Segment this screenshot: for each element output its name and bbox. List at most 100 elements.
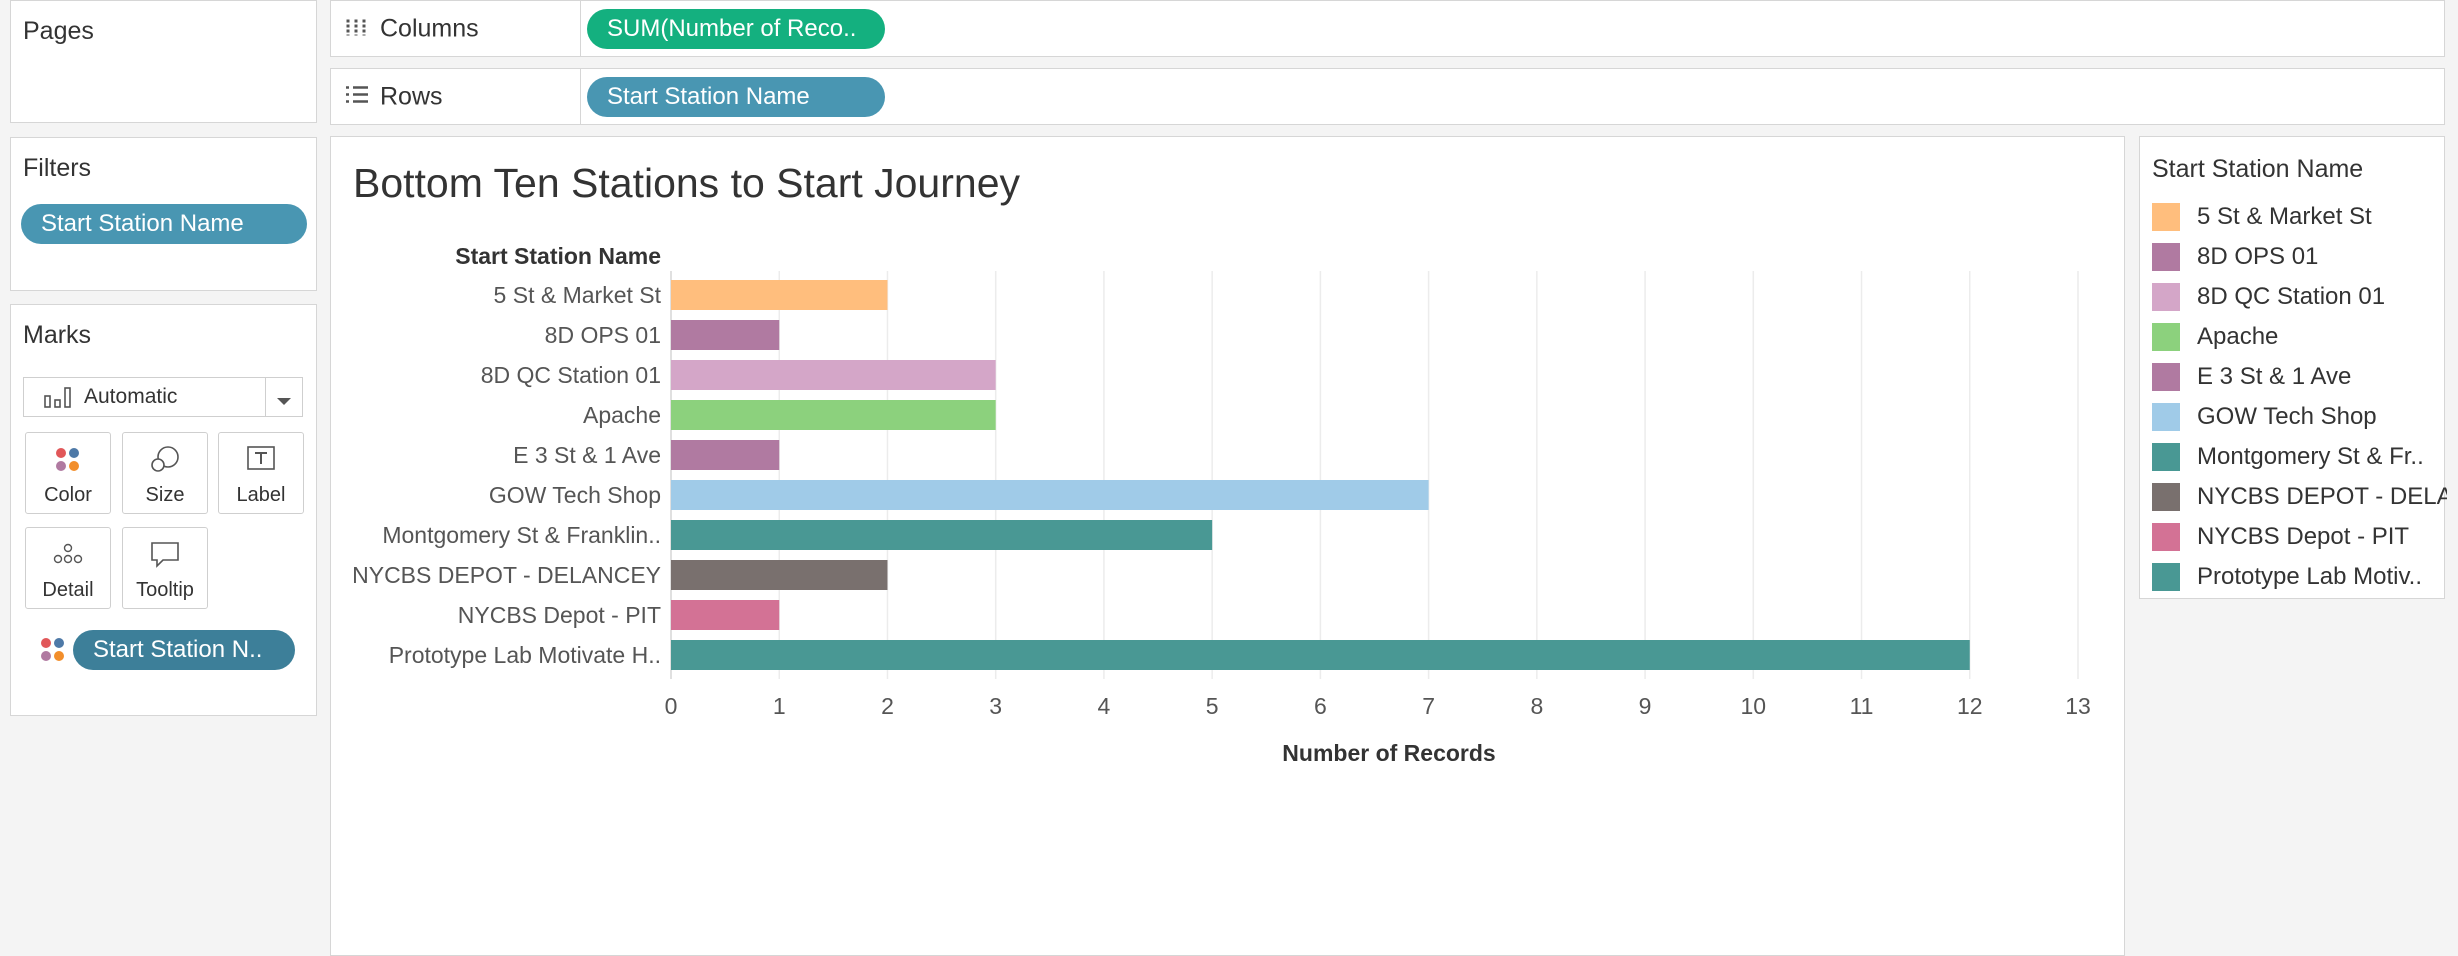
x-tick-label: 7 <box>1422 693 1435 719</box>
marks-title: Marks <box>23 321 92 349</box>
bar[interactable] <box>671 520 1213 550</box>
category-label: NYCBS Depot - PIT <box>458 602 661 628</box>
rows-label: Rows <box>380 82 443 110</box>
bar[interactable] <box>671 600 780 630</box>
rows-icon <box>345 84 369 109</box>
bar[interactable] <box>671 560 888 590</box>
x-tick-label: 2 <box>881 693 894 719</box>
filters-title: Filters <box>23 154 92 182</box>
bar[interactable] <box>671 400 996 430</box>
legend-panel: Start Station Name 5 St & Market St 8D OP… <box>2139 136 2447 599</box>
tooltip-button[interactable]: Tooltip <box>122 527 208 609</box>
x-tick-label: 1 <box>773 693 786 719</box>
legend-label: 8D OPS 01 <box>2197 243 2319 270</box>
columns-shelf-header: Columns <box>331 1 581 56</box>
mark-type-value: Automatic <box>84 385 178 408</box>
x-tick-label: 10 <box>1741 693 1767 719</box>
x-tick-label: 3 <box>989 693 1002 719</box>
chart-view: Bottom Ten Stations to Start Journey Sta… <box>330 136 2125 956</box>
category-label: 8D OPS 01 <box>545 322 661 348</box>
size-label: Size <box>145 484 185 506</box>
x-tick-label: 6 <box>1314 693 1327 719</box>
legend-title: Start Station Name <box>2152 155 2364 183</box>
x-tick-label: 0 <box>665 693 678 719</box>
x-tick-label: 5 <box>1206 693 1219 719</box>
category-label: GOW Tech Shop <box>489 482 661 508</box>
mark-type-dropdown[interactable]: Automatic <box>23 377 303 417</box>
category-label: 8D QC Station 01 <box>481 362 661 388</box>
legend-label: E 3 St & 1 Ave <box>2197 363 2352 390</box>
legend-label: Prototype Lab Motiv.. <box>2197 563 2422 590</box>
legend-label: 5 St & Market St <box>2197 203 2372 230</box>
category-label: Apache <box>583 402 661 428</box>
size-icon <box>123 445 207 479</box>
bar[interactable] <box>671 480 1429 510</box>
text-label-icon <box>219 445 303 479</box>
x-tick-label: 8 <box>1530 693 1543 719</box>
color-icon <box>26 445 110 479</box>
bar-chart: Bottom Ten Stations to Start Journey Sta… <box>352 160 2091 766</box>
bar[interactable] <box>671 280 888 310</box>
x-tick-label: 4 <box>1098 693 1111 719</box>
tooltip-icon <box>123 540 207 574</box>
legend-swatch <box>2152 523 2180 551</box>
legend-swatch <box>2152 483 2180 511</box>
tooltip-label: Tooltip <box>136 579 194 601</box>
detail-icon <box>26 540 110 574</box>
legend-label: Apache <box>2197 323 2279 350</box>
rows-pill[interactable]: Start Station Name <box>587 77 885 117</box>
dropdown-divider <box>265 378 266 416</box>
legend-swatch <box>2152 563 2180 591</box>
columns-icon <box>345 15 367 42</box>
legend-swatch <box>2152 363 2180 391</box>
chevron-down-icon <box>276 394 292 412</box>
label-button[interactable]: Label <box>218 432 304 514</box>
legend-swatch <box>2152 203 2180 231</box>
x-tick-label: 9 <box>1639 693 1652 719</box>
grid-lines <box>670 271 2079 679</box>
bar[interactable] <box>671 440 780 470</box>
category-label: E 3 St & 1 Ave <box>513 442 661 468</box>
filters-panel: Filters Start Station Name <box>10 137 317 291</box>
pages-panel: Pages <box>10 0 317 123</box>
x-tick-label: 12 <box>1957 693 1983 719</box>
columns-shelf: Columns SUM(Number of Reco.. <box>330 0 2445 57</box>
color-field-pill[interactable]: Start Station N.. <box>73 630 295 670</box>
color-button[interactable]: Color <box>25 432 111 514</box>
bar[interactable] <box>671 640 1970 670</box>
pages-title: Pages <box>23 17 94 45</box>
size-button[interactable]: Size <box>122 432 208 514</box>
category-label: Montgomery St & Franklin.. <box>382 522 661 548</box>
label-label: Label <box>236 484 286 506</box>
bar-chart-icon <box>44 386 74 413</box>
category-label: NYCBS DEPOT - DELANCEY <box>352 562 661 588</box>
legend-swatch <box>2152 443 2180 471</box>
legend-swatch <box>2152 403 2180 431</box>
legend-label: 8D QC Station 01 <box>2197 283 2386 310</box>
columns-label: Columns <box>380 14 479 42</box>
marks-panel: Marks Automatic Color Size Label Detail <box>10 304 317 716</box>
x-tick-label: 13 <box>2065 693 2091 719</box>
category-labels: 5 St & Market St 8D OPS 01 8D QC Station 0… <box>352 282 661 668</box>
chart-title: Bottom Ten Stations to Start Journey <box>353 160 1020 206</box>
rows-shelf-header: Rows <box>331 69 581 124</box>
columns-pill[interactable]: SUM(Number of Reco.. <box>587 9 885 49</box>
bar[interactable] <box>671 360 996 390</box>
detail-button[interactable]: Detail <box>25 527 111 609</box>
legend-label: GOW Tech Shop <box>2197 403 2377 430</box>
legend-label: NYCBS Depot - PIT <box>2197 523 2410 550</box>
category-label: 5 St & Market St <box>494 282 662 308</box>
row-header: Start Station Name <box>455 243 661 269</box>
bar[interactable] <box>671 320 780 350</box>
rows-shelf: Rows Start Station Name <box>330 68 2445 125</box>
legend-swatch <box>2152 243 2180 271</box>
color-label: Color <box>44 484 92 506</box>
filter-pill-start-station-name[interactable]: Start Station Name <box>21 204 307 244</box>
legend-swatch <box>2152 323 2180 351</box>
color-encoding-icon <box>39 636 67 669</box>
x-axis-ticks: 0 1 2 3 4 5 6 7 8 9 10 11 12 13 <box>665 693 2091 719</box>
x-tick-label: 11 <box>1850 693 1874 719</box>
detail-label: Detail <box>42 579 94 601</box>
legend-swatch <box>2152 283 2180 311</box>
x-axis-title: Number of Records <box>1282 740 1495 766</box>
